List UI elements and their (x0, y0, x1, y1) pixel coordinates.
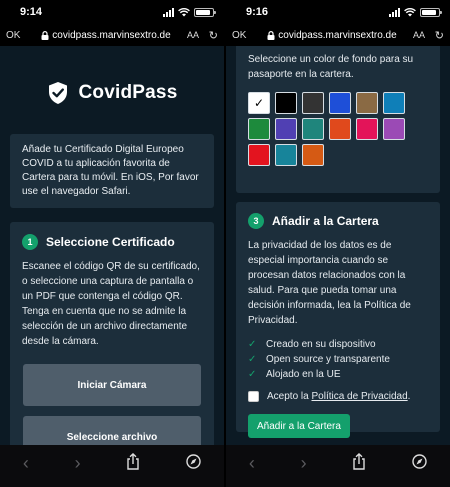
check-icon: ✓ (248, 354, 257, 365)
section-description: Escanee el código QR de su certificado, … (22, 261, 200, 347)
reader-button[interactable]: AA (408, 30, 430, 40)
checkmark-icon: ✓ (253, 96, 265, 110)
wifi-icon (404, 7, 416, 16)
reader-button[interactable]: AA (182, 30, 204, 40)
color-picker-card: Seleccione un color de fondo para su pas… (236, 46, 440, 193)
chevron-left-icon[interactable]: ‹ (23, 454, 29, 472)
color-swatch[interactable] (329, 118, 351, 140)
start-camera-button[interactable]: Iniciar Cámara (23, 364, 201, 406)
compass-icon[interactable] (186, 454, 201, 472)
feature-list: ✓ Creado en su dispositivo ✓ Open source y… (248, 337, 428, 382)
color-swatch[interactable] (356, 118, 378, 140)
section-title: Seleccione Certificado (46, 235, 175, 249)
chevron-left-icon[interactable]: ‹ (249, 454, 255, 472)
check-icon: ✓ (248, 369, 257, 380)
chevron-right-icon[interactable]: › (75, 454, 81, 472)
share-icon[interactable] (352, 453, 366, 473)
browser-toolbar: ‹ › (0, 445, 224, 487)
privacy-consent: Acepto la Política de Privacidad. (248, 391, 428, 402)
done-button[interactable]: OK (6, 30, 30, 41)
logo: CovidPass (0, 78, 224, 108)
address-bar[interactable]: OK covidpass.marvinsextro.de AA ↻ (0, 24, 224, 46)
logo-title: CovidPass (78, 82, 178, 103)
lock-icon (41, 30, 49, 40)
wifi-icon (178, 7, 190, 16)
list-item: ✓ Creado en su dispositivo (248, 337, 428, 352)
intro-text: Añade tu Certificado Digital Europeo COV… (22, 144, 199, 197)
select-certificate-card: 1 Seleccione Certificado Escanee el códi… (10, 222, 214, 445)
status-time: 9:14 (20, 6, 43, 18)
url-text: covidpass.marvinsextro.de (278, 29, 397, 41)
color-swatch[interactable] (302, 144, 324, 166)
add-to-wallet-button[interactable]: Añadir a la Cartera (248, 414, 350, 438)
list-item: ✓ Open source y transparente (248, 352, 428, 367)
compass-icon[interactable] (412, 454, 427, 472)
consent-suffix: . (407, 391, 411, 402)
battery-icon (194, 7, 216, 17)
color-swatch[interactable] (356, 92, 378, 114)
status-bar: 9:16 (226, 0, 450, 24)
feature-label: Open source y transparente (266, 354, 390, 365)
status-icons (163, 7, 216, 17)
color-swatch[interactable] (383, 92, 405, 114)
chevron-right-icon[interactable]: › (301, 454, 307, 472)
color-swatch[interactable] (275, 118, 297, 140)
step-number: 3 (248, 213, 264, 229)
shield-check-icon (48, 82, 67, 104)
color-swatch[interactable] (302, 92, 324, 114)
signal-icon (389, 7, 400, 17)
color-swatch[interactable] (248, 118, 270, 140)
page-content: Seleccione un color de fondo para su pas… (226, 46, 450, 445)
status-time: 9:16 (246, 6, 269, 18)
browser-toolbar: ‹ › (226, 445, 450, 487)
color-swatch[interactable]: ✓ (248, 92, 270, 114)
consent-prefix: Acepto la (267, 391, 312, 402)
address-bar[interactable]: OK covidpass.marvinsextro.de AA ↻ (226, 24, 450, 46)
intro-card: Añade tu Certificado Digital Europeo COV… (10, 134, 214, 208)
url-text: covidpass.marvinsextro.de (52, 29, 171, 41)
color-swatch[interactable] (275, 144, 297, 166)
privacy-description: La privacidad de los datos es de especia… (248, 240, 411, 326)
section-header: 1 Seleccione Certificado (22, 234, 202, 250)
signal-icon (163, 7, 174, 17)
check-icon: ✓ (248, 339, 257, 350)
left-screen: 9:14 OK covidpass.marvinsextro.de AA ↻ C… (0, 0, 224, 487)
status-icons (389, 7, 442, 17)
section-header: 3 Añadir a la Cartera (248, 213, 428, 229)
url-field[interactable]: covidpass.marvinsextro.de (256, 30, 408, 41)
color-swatches: ✓ (248, 92, 428, 166)
color-swatch[interactable] (302, 118, 324, 140)
step-number: 1 (22, 234, 38, 250)
battery-icon (420, 7, 442, 17)
color-swatch[interactable] (383, 118, 405, 140)
lock-icon (267, 30, 275, 40)
page-content: CovidPass Añade tu Certificado Digital E… (0, 46, 224, 445)
color-swatch[interactable] (329, 92, 351, 114)
feature-label: Creado en su dispositivo (266, 339, 376, 350)
privacy-checkbox[interactable] (248, 391, 259, 402)
select-file-button[interactable]: Seleccione archivo (23, 416, 201, 445)
status-bar: 9:14 (0, 0, 224, 24)
reload-icon[interactable]: ↻ (430, 29, 444, 42)
right-screen: 9:16 OK covidpass.marvinsextro.de AA ↻ S… (226, 0, 450, 487)
consent-label: Acepto la Política de Privacidad. (267, 391, 410, 402)
color-instruction: Seleccione un color de fondo para su pas… (248, 54, 414, 80)
privacy-policy-link[interactable]: Política de Privacidad (311, 391, 407, 402)
color-swatch[interactable] (275, 92, 297, 114)
reload-icon[interactable]: ↻ (204, 29, 218, 42)
list-item: ✓ Alojado en la UE (248, 367, 428, 382)
feature-label: Alojado en la UE (266, 369, 341, 380)
share-icon[interactable] (126, 453, 140, 473)
color-swatch[interactable] (248, 144, 270, 166)
add-to-wallet-card: 3 Añadir a la Cartera La privacidad de l… (236, 202, 440, 438)
url-field[interactable]: covidpass.marvinsextro.de (30, 30, 182, 41)
done-button[interactable]: OK (232, 30, 256, 41)
section-title: Añadir a la Cartera (272, 214, 379, 228)
